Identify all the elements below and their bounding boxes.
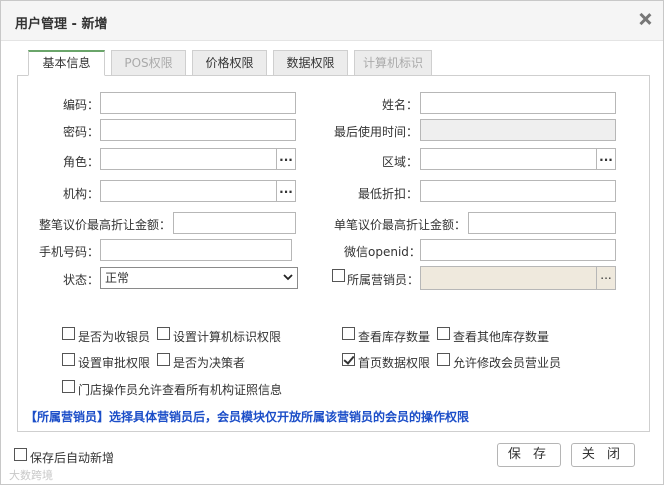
set-computer-id-permission-checkbox[interactable]: [157, 327, 170, 340]
store-operator-view-licenses-label: 门店操作员允许查看所有机构证照信息: [78, 383, 283, 397]
salesperson-field[interactable]: [420, 266, 597, 290]
tab-computer-id[interactable]: 计算机标识: [354, 50, 432, 76]
min-discount-label: 最低折扣：: [358, 187, 419, 201]
phone-label: 手机号码：: [39, 245, 100, 259]
is-decision-maker-label: 是否为决策者: [173, 356, 246, 370]
password-label: 密码：: [63, 125, 100, 139]
view-other-stock-qty-label: 查看其他库存数量: [453, 330, 550, 344]
watermark-text: 大数跨境: [9, 469, 53, 482]
salesperson-checkbox[interactable]: [332, 269, 345, 282]
region-field[interactable]: [420, 148, 597, 170]
org-picker-button[interactable]: ...: [276, 180, 296, 202]
is-decision-maker-checkbox[interactable]: [157, 353, 170, 366]
status-select-value: 正常: [105, 271, 130, 285]
code-label: 编码：: [63, 98, 100, 112]
tab-price-permission[interactable]: 价格权限: [192, 50, 267, 76]
dialog-titlebar: 用户管理 - 新增: [1, 1, 663, 41]
salesperson-note: 【所属营销员】选择具体营销员后，会员模块仅开放所属该营销员的会员的操作权限: [25, 410, 470, 424]
tab-data-permission[interactable]: 数据权限: [273, 50, 348, 76]
role-picker-button[interactable]: ...: [276, 148, 296, 170]
org-field[interactable]: [100, 180, 277, 202]
last-used-label: 最后使用时间：: [334, 125, 419, 139]
single-bargain-label: 单笔议价最高折让金额：: [334, 218, 467, 232]
status-select[interactable]: 正常: [100, 267, 298, 289]
is-cashier-checkbox[interactable]: [62, 327, 75, 340]
allow-edit-member-clerk-label: 允许修改会员营业员: [453, 356, 562, 370]
single-bargain-field[interactable]: [468, 212, 616, 234]
auto-new-after-save-label: 保存后自动新增: [30, 451, 115, 465]
role-field[interactable]: [100, 148, 277, 170]
set-approval-permission-checkbox[interactable]: [62, 353, 75, 366]
password-field[interactable]: [100, 119, 296, 141]
min-discount-field[interactable]: [420, 180, 616, 202]
view-stock-qty-label: 查看库存数量: [358, 330, 431, 344]
whole-bargain-label: 整笔议价最高折让金额：: [39, 218, 172, 232]
last-used-field: [420, 119, 616, 141]
save-button[interactable]: 保 存: [497, 443, 561, 467]
dialog-title: 用户管理 - 新增: [15, 17, 108, 32]
set-approval-permission-label: 设置审批权限: [78, 356, 151, 370]
name-label: 姓名：: [382, 98, 419, 112]
tab-basic-info[interactable]: 基本信息: [28, 50, 105, 76]
name-field[interactable]: [420, 92, 616, 114]
salesperson-label: 所属营销员：: [347, 273, 420, 287]
close-icon[interactable]: [637, 11, 653, 27]
close-button[interactable]: 关 闭: [571, 443, 635, 467]
status-label: 状态：: [63, 273, 100, 287]
chevron-down-icon: [283, 274, 293, 281]
homepage-data-permission-checkbox[interactable]: [342, 353, 355, 366]
view-stock-qty-checkbox[interactable]: [342, 327, 355, 340]
is-cashier-label: 是否为收银员: [78, 330, 151, 344]
wechat-openid-field[interactable]: [420, 239, 616, 261]
tab-pos-permission[interactable]: POS权限: [111, 50, 186, 76]
whole-bargain-field[interactable]: [173, 212, 296, 234]
role-label: 角色：: [63, 155, 100, 169]
phone-field[interactable]: [100, 239, 292, 261]
auto-new-after-save-checkbox[interactable]: [14, 448, 27, 461]
region-label: 区域：: [382, 155, 419, 169]
view-other-stock-qty-checkbox[interactable]: [437, 327, 450, 340]
set-computer-id-permission-label: 设置计算机标识权限: [173, 330, 282, 344]
org-label: 机构：: [63, 187, 100, 201]
code-field[interactable]: [100, 92, 296, 114]
salesperson-picker-button[interactable]: ...: [596, 266, 616, 290]
homepage-data-permission-label: 首页数据权限: [358, 356, 431, 370]
store-operator-view-licenses-checkbox[interactable]: [62, 380, 75, 393]
region-picker-button[interactable]: ...: [596, 148, 616, 170]
user-management-dialog: 用户管理 - 新增 基本信息 POS权限 价格权限 数据权限 计算机标识 编码：…: [0, 0, 664, 485]
allow-edit-member-clerk-checkbox[interactable]: [437, 353, 450, 366]
wechat-openid-label: 微信openid：: [344, 245, 421, 259]
